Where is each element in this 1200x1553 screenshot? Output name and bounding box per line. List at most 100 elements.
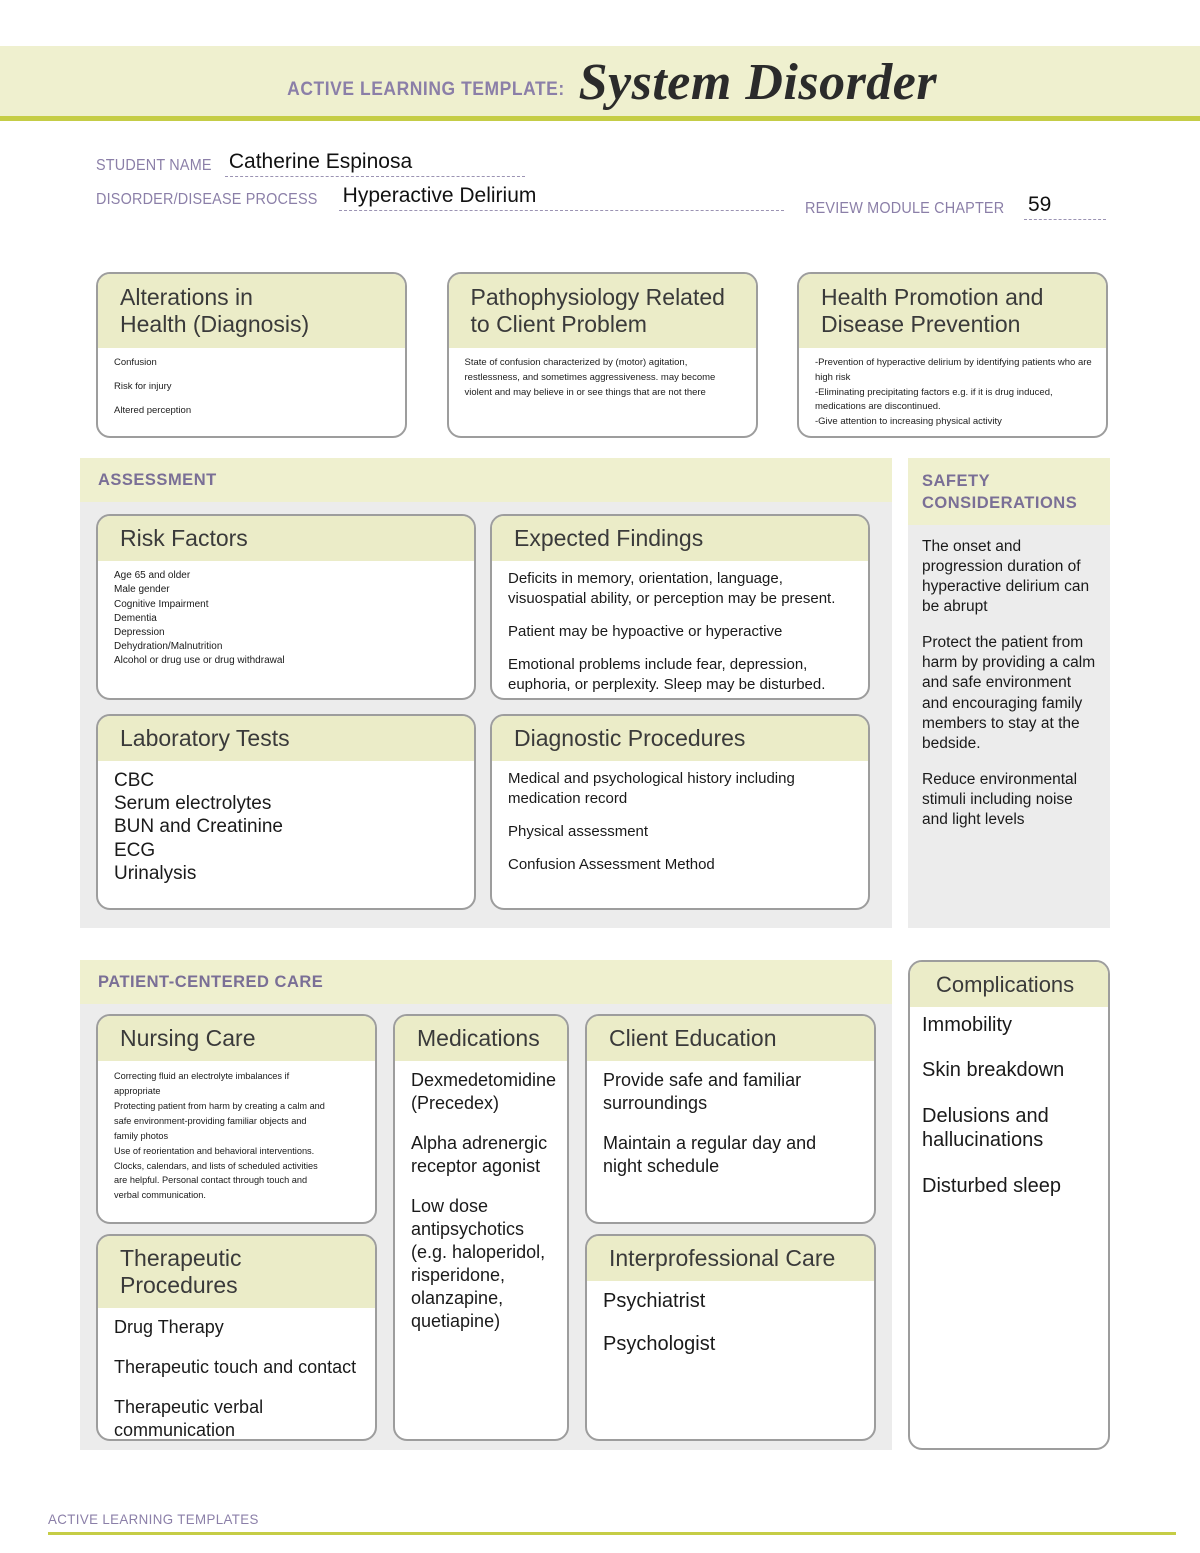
pathophysiology-title: Pathophysiology Related to Client Proble… [448, 274, 756, 349]
nursing-care-line: appropriate [114, 1086, 161, 1097]
health-promotion-body: -Prevention of hyperactive delirium by i… [799, 348, 1106, 436]
medications-body: Dexmedetomidine (Precedex) Alpha adrener… [395, 1061, 567, 1439]
risk-factor-item: Age 65 and older [114, 570, 191, 582]
student-name-row: STUDENT NAME Catherine Espinosa [96, 150, 1106, 186]
medication-item: Dexmedetomidine (Precedex) [411, 1070, 557, 1114]
laboratory-tests-card: Laboratory Tests CBC Serum electrolytes … [96, 714, 476, 910]
footer-rule [48, 1532, 1176, 1535]
risk-factors-card: Risk Factors Age 65 and older Male gende… [96, 514, 476, 700]
diagnostic-procedures-card: Diagnostic Procedures Medical and psycho… [490, 714, 870, 910]
patient-centered-care-cards: Nursing Care Correcting fluid an electro… [80, 1004, 892, 1441]
safety-considerations-body: The onset and progression duration of hy… [908, 525, 1110, 831]
pathophysiology-card: Pathophysiology Related to Client Proble… [446, 272, 758, 438]
complication-item: Immobility [922, 1013, 1013, 1036]
laboratory-tests-title: Laboratory Tests [98, 716, 474, 762]
pathophysiology-body: State of confusion characterized by (mot… [449, 348, 756, 436]
interprofessional-care-title: Interprofessional Care [587, 1236, 874, 1282]
medications-card: Medications Dexmedetomidine (Precedex) A… [393, 1014, 569, 1441]
therapeutic-procedure-item: Drug Therapy [114, 1317, 224, 1338]
complication-item: Delusions and hallucinations [922, 1104, 1049, 1152]
template-kicker-label: ACTIVE LEARNING TEMPLATE: [287, 79, 565, 100]
review-chapter-group: REVIEW MODULE CHAPTER 59 [805, 193, 1106, 220]
complications-card: Complications Immobility Skin breakdown … [908, 960, 1110, 1450]
assessment-panel: ASSESSMENT Risk Factors Age 65 and older… [80, 458, 892, 928]
laboratory-test-item: Serum electrolytes [114, 793, 272, 815]
patient-centered-care-title: PATIENT-CENTERED CARE [80, 960, 892, 1004]
footer-brand-label: ACTIVE LEARNING TEMPLATES [48, 1511, 259, 1527]
diagnostic-procedure-item: Physical assessment [508, 823, 649, 840]
nursing-care-line: are helpful. Personal contact through to… [114, 1175, 308, 1186]
complication-item: Disturbed sleep [922, 1174, 1061, 1197]
diagnostic-procedures-body: Medical and psychological history includ… [492, 761, 868, 908]
nursing-care-line: verbal communication. [114, 1190, 206, 1201]
nursing-care-line: Clocks, calendars, and lists of schedule… [114, 1160, 318, 1171]
student-name-input[interactable]: Catherine Espinosa [224, 150, 525, 177]
client-education-body: Provide safe and familiar surroundings M… [587, 1061, 874, 1222]
therapeutic-procedure-item: Therapeutic verbal communication [114, 1397, 264, 1441]
safety-item: The onset and progression duration of hy… [922, 537, 1090, 615]
risk-factor-item: Depression [114, 626, 165, 638]
patient-centered-care-panel: PATIENT-CENTERED CARE Nursing Care Corre… [80, 960, 892, 1450]
diagnostic-procedure-item: Confusion Assessment Method [508, 855, 715, 873]
health-promotion-title: Health Promotion and Disease Prevention [799, 274, 1106, 349]
client-education-title: Client Education [587, 1016, 874, 1062]
therapeutic-procedure-item: Therapeutic touch and contact [114, 1357, 357, 1378]
student-name-value: Catherine Espinosa [228, 150, 413, 173]
pcc-middle-column: Medications Dexmedetomidine (Precedex) A… [393, 1014, 569, 1441]
expected-findings-body: Deficits in memory, orientation, languag… [492, 561, 868, 698]
identity-fields: STUDENT NAME Catherine Espinosa DISORDER… [96, 150, 1106, 220]
risk-factor-item: Dementia [114, 612, 157, 624]
disorder-process-row: DISORDER/DISEASE PROCESS Hyperactive Del… [96, 184, 1106, 220]
nursing-care-line: family photos [114, 1130, 169, 1141]
top-cards-row: Alterations in Health (Diagnosis) Confus… [96, 272, 1108, 438]
nursing-care-card: Nursing Care Correcting fluid an electro… [96, 1014, 377, 1224]
laboratory-test-item: CBC [114, 770, 155, 792]
interprofessional-care-item: Psychologist [603, 1332, 716, 1355]
review-chapter-input[interactable]: 59 [1024, 193, 1106, 220]
expected-finding-item: Emotional problems include fear, depress… [508, 655, 826, 693]
pcc-left-column: Nursing Care Correcting fluid an electro… [96, 1014, 377, 1441]
health-promotion-item: -Eliminating precipitating factors e.g. … [815, 386, 1053, 413]
client-education-item: Maintain a regular day and night schedul… [603, 1133, 817, 1177]
assessment-cards-grid: Risk Factors Age 65 and older Male gende… [80, 502, 892, 910]
laboratory-test-item: ECG [114, 839, 156, 861]
pcc-right-column: Client Education Provide safe and famili… [585, 1014, 876, 1441]
risk-factor-item: Male gender [114, 584, 170, 596]
laboratory-tests-body: CBC Serum electrolytes BUN and Creatinin… [98, 761, 474, 908]
nursing-care-line: Correcting fluid an electrolyte imbalanc… [114, 1071, 290, 1082]
therapeutic-procedures-card: Therapeutic Procedures Drug Therapy Ther… [96, 1234, 377, 1441]
safety-considerations-panel: SAFETY CONSIDERATIONS The onset and prog… [908, 458, 1110, 928]
alteration-item: Altered perception [114, 404, 192, 416]
client-education-item: Provide safe and familiar surroundings [603, 1070, 802, 1114]
page-header-band: ACTIVE LEARNING TEMPLATE: System Disorde… [0, 46, 1200, 121]
risk-factor-item: Alcohol or drug use or drug withdrawal [114, 655, 285, 667]
client-education-card: Client Education Provide safe and famili… [585, 1014, 876, 1224]
health-promotion-item: -Give attention to increasing physical a… [815, 416, 1002, 428]
nursing-care-line: safe environment-providing familiar obje… [114, 1115, 307, 1126]
safety-considerations-title: SAFETY CONSIDERATIONS [908, 458, 1110, 525]
disorder-process-input[interactable]: Hyperactive Delirium [338, 184, 784, 211]
nursing-care-body: Correcting fluid an electrolyte imbalanc… [98, 1061, 375, 1222]
complications-body: Immobility Skin breakdown Delusions and … [910, 1007, 1108, 1198]
complication-item: Skin breakdown [922, 1059, 1065, 1082]
expected-finding-item: Deficits in memory, orientation, languag… [508, 570, 836, 608]
review-chapter-label: REVIEW MODULE CHAPTER [805, 200, 1005, 217]
risk-factors-body: Age 65 and older Male gender Cognitive I… [98, 561, 474, 698]
alteration-item: Confusion [114, 357, 157, 369]
nursing-care-line: Use of reorientation and behavioral inte… [114, 1145, 315, 1156]
health-promotion-item: -Prevention of hyperactive delirium by i… [815, 357, 1092, 383]
health-promotion-card: Health Promotion and Disease Prevention … [797, 272, 1108, 438]
diagnostic-procedure-item: Medical and psychological history includ… [508, 770, 795, 808]
diagnostic-procedures-title: Diagnostic Procedures [492, 716, 868, 762]
alterations-in-health-title: Alterations in Health (Diagnosis) [98, 274, 405, 349]
medications-title: Medications [395, 1016, 567, 1062]
interprofessional-care-item: Psychiatrist [603, 1290, 706, 1313]
laboratory-test-item: BUN and Creatinine [114, 816, 283, 838]
medication-item: Alpha adrenergic receptor agonist [411, 1133, 548, 1177]
expected-finding-item: Patient may be hypoactive or hyperactive [508, 623, 783, 640]
assessment-section-title: ASSESSMENT [80, 458, 892, 502]
medication-item: Low dose antipsychotics (e.g. haloperido… [411, 1196, 546, 1332]
interprofessional-care-body: Psychiatrist Psychologist [587, 1281, 874, 1439]
therapeutic-procedures-body: Drug Therapy Therapeutic touch and conta… [98, 1308, 375, 1441]
nursing-care-title: Nursing Care [98, 1016, 375, 1062]
